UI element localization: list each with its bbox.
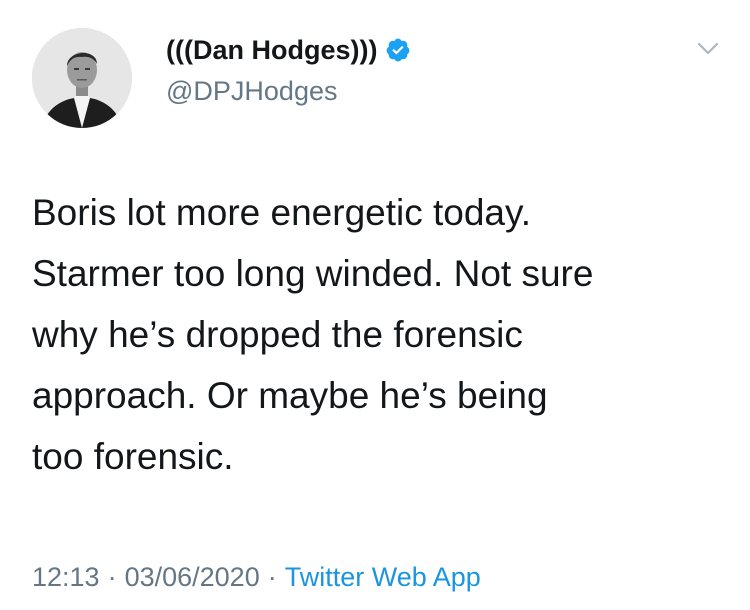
author-name-row[interactable]: (((Dan Hodges))) bbox=[166, 32, 411, 68]
tweet-meta: 12:13 · 03/06/2020 · Twitter Web App bbox=[32, 562, 481, 593]
meta-separator: · bbox=[267, 562, 277, 592]
tweet-text-line: approach. Or maybe he’s being bbox=[32, 375, 548, 416]
tweet-source-link[interactable]: Twitter Web App bbox=[285, 562, 481, 592]
chevron-down-icon[interactable] bbox=[694, 34, 722, 62]
tweet-text-line: Boris lot more energetic today. bbox=[32, 192, 532, 233]
avatar[interactable] bbox=[32, 28, 132, 128]
meta-separator: · bbox=[107, 562, 117, 592]
author-handle[interactable]: @DPJHodges bbox=[166, 76, 337, 107]
avatar-photo bbox=[32, 28, 132, 128]
verified-badge-icon bbox=[387, 38, 410, 62]
tweet-card: (((Dan Hodges))) @DPJHodges Boris lot mo… bbox=[0, 0, 750, 610]
tweet-text-line: why he’s dropped the forensic bbox=[32, 314, 523, 355]
tweet-text-line: too forensic. bbox=[32, 436, 234, 477]
tweet-time[interactable]: 12:13 bbox=[32, 562, 100, 592]
display-name[interactable]: (((Dan Hodges))) bbox=[166, 35, 377, 66]
tweet-date[interactable]: 03/06/2020 bbox=[125, 562, 260, 592]
tweet-text-line: Starmer too long winded. Not sure bbox=[32, 253, 594, 294]
tweet-text: Boris lot more energetic today. Starmer … bbox=[32, 182, 732, 487]
